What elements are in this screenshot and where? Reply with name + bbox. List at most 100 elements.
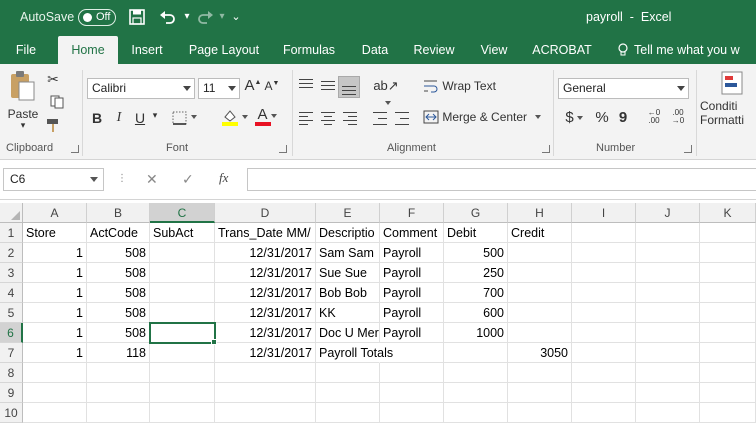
- fill-handle[interactable]: [211, 339, 217, 345]
- cell-i5[interactable]: [572, 303, 636, 323]
- column-header-i[interactable]: I: [572, 203, 636, 223]
- cell-e8[interactable]: [316, 363, 380, 383]
- number-format-combo[interactable]: General: [558, 78, 689, 99]
- cell-e1[interactable]: Descriptio: [316, 223, 380, 243]
- borders-button[interactable]: [170, 111, 198, 128]
- cell-a4[interactable]: 1: [23, 283, 87, 303]
- decrease-font-icon[interactable]: A▼: [264, 79, 280, 93]
- cell-j3[interactable]: [636, 263, 700, 283]
- cell-d10[interactable]: [215, 403, 316, 423]
- cell-a7[interactable]: 1: [23, 343, 87, 363]
- row-header-8[interactable]: 8: [0, 363, 23, 383]
- cell-h6[interactable]: [508, 323, 572, 343]
- cell-d7[interactable]: 12/31/2017: [215, 343, 316, 363]
- cell-g1[interactable]: Debit: [444, 223, 508, 243]
- column-header-e[interactable]: E: [316, 203, 380, 223]
- cell-h2[interactable]: [508, 243, 572, 263]
- cell-f10[interactable]: [380, 403, 444, 423]
- tab-acrobat[interactable]: ACROBAT: [528, 36, 596, 64]
- insert-function-icon[interactable]: fx: [219, 170, 228, 186]
- autosave-toggle[interactable]: Off: [78, 9, 116, 26]
- cell-f9[interactable]: [380, 383, 444, 403]
- cell-b6[interactable]: 508: [87, 323, 150, 343]
- cell-e10[interactable]: [316, 403, 380, 423]
- cell-h10[interactable]: [508, 403, 572, 423]
- cell-b9[interactable]: [87, 383, 150, 403]
- underline-dropdown-icon[interactable]: ▾: [149, 110, 161, 121]
- align-right-icon[interactable]: [342, 110, 360, 126]
- cell-j7[interactable]: [636, 343, 700, 363]
- enter-icon[interactable]: ✓: [182, 171, 194, 188]
- cell-d1[interactable]: Trans_Date MM/: [215, 223, 316, 243]
- cell-g10[interactable]: [444, 403, 508, 423]
- cell-d8[interactable]: [215, 363, 316, 383]
- cell-a3[interactable]: 1: [23, 263, 87, 283]
- font-color-button[interactable]: A: [254, 107, 280, 126]
- tell-me-search[interactable]: Tell me what you w: [634, 36, 756, 64]
- row-header-1[interactable]: 1: [0, 223, 23, 243]
- cell-k10[interactable]: [700, 403, 756, 423]
- align-left-icon[interactable]: [298, 110, 316, 126]
- cell-c10[interactable]: [150, 403, 215, 423]
- paste-button[interactable]: Paste ▾: [6, 70, 40, 130]
- cell-j5[interactable]: [636, 303, 700, 323]
- cell-k7[interactable]: [700, 343, 756, 363]
- cell-e7[interactable]: Payroll Totals: [316, 343, 393, 363]
- tab-review[interactable]: Review: [408, 36, 460, 64]
- cell-e2[interactable]: Sam Sam: [316, 243, 380, 263]
- name-box[interactable]: C6: [3, 168, 104, 191]
- font-size-combo[interactable]: 11: [198, 78, 240, 99]
- orientation-icon[interactable]: ab↗: [372, 78, 400, 109]
- cell-c1[interactable]: SubAct: [150, 223, 215, 243]
- align-top-icon[interactable]: [297, 76, 315, 94]
- cell-e5[interactable]: KK: [316, 303, 380, 323]
- spreadsheet-grid[interactable]: A B C D E F G H I J K 1 Store ActCode SubAct Trans_Date…: [0, 203, 756, 443]
- comma-button[interactable]: 9: [616, 109, 630, 126]
- conditional-formatting-button[interactable]: Conditi Formatti: [700, 70, 756, 140]
- align-middle-icon[interactable]: [319, 76, 337, 94]
- cell-h8[interactable]: [508, 363, 572, 383]
- cell-a1[interactable]: Store: [23, 223, 87, 243]
- cell-i6[interactable]: [572, 323, 636, 343]
- cell-i9[interactable]: [572, 383, 636, 403]
- bold-button[interactable]: B: [89, 109, 105, 127]
- align-center-icon[interactable]: [320, 110, 338, 126]
- cell-i7[interactable]: [572, 343, 636, 363]
- cut-icon[interactable]: ✂: [44, 70, 62, 88]
- tab-insert[interactable]: Insert: [124, 36, 170, 64]
- column-header-b[interactable]: B: [87, 203, 150, 223]
- cell-d4[interactable]: 12/31/2017: [215, 283, 316, 303]
- cell-k2[interactable]: [700, 243, 756, 263]
- cell-j8[interactable]: [636, 363, 700, 383]
- number-launcher-icon[interactable]: [684, 145, 692, 153]
- cell-c7[interactable]: [150, 343, 215, 363]
- italic-button[interactable]: I: [112, 109, 126, 127]
- cell-e3[interactable]: Sue Sue: [316, 263, 380, 283]
- tab-file[interactable]: File: [6, 36, 46, 64]
- column-header-a[interactable]: A: [23, 203, 87, 223]
- row-header-4[interactable]: 4: [0, 283, 23, 303]
- cell-g4[interactable]: 700: [444, 283, 508, 303]
- increase-decimal-button[interactable]: ←0.00: [645, 109, 663, 125]
- cell-k6[interactable]: [700, 323, 756, 343]
- column-header-g[interactable]: G: [444, 203, 508, 223]
- cell-f3[interactable]: Payroll: [380, 263, 444, 283]
- column-header-k[interactable]: K: [700, 203, 756, 223]
- cell-d3[interactable]: 12/31/2017: [215, 263, 316, 283]
- cell-k1[interactable]: [700, 223, 756, 243]
- tab-data[interactable]: Data: [354, 36, 396, 64]
- cell-j4[interactable]: [636, 283, 700, 303]
- cell-c6[interactable]: [149, 322, 216, 344]
- column-header-f[interactable]: F: [380, 203, 444, 223]
- cell-b3[interactable]: 508: [87, 263, 150, 283]
- cell-c2[interactable]: [150, 243, 215, 263]
- cell-a9[interactable]: [23, 383, 87, 403]
- cell-j10[interactable]: [636, 403, 700, 423]
- alignment-launcher-icon[interactable]: [542, 145, 550, 153]
- cell-h5[interactable]: [508, 303, 572, 323]
- align-bottom-icon[interactable]: [338, 76, 360, 98]
- row-header-7[interactable]: 7: [0, 343, 23, 363]
- cell-b5[interactable]: 508: [87, 303, 150, 323]
- cell-h9[interactable]: [508, 383, 572, 403]
- cell-f4[interactable]: Payroll: [380, 283, 444, 303]
